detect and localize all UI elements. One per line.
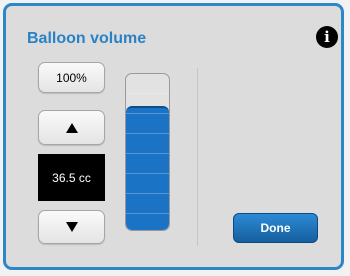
increase-volume-button[interactable] xyxy=(38,110,105,145)
triangle-up-icon xyxy=(65,122,78,133)
volume-gauge-gridlines xyxy=(126,74,169,230)
triangle-down-icon xyxy=(65,222,78,232)
volume-gauge xyxy=(125,73,170,231)
info-icon[interactable]: i xyxy=(316,26,338,48)
panel-title: Balloon volume xyxy=(27,30,147,47)
done-button[interactable]: Done xyxy=(233,213,318,243)
balloon-volume-panel: Balloon volume i 100% 36.5 cc Done xyxy=(3,3,344,270)
reset-100-percent-button[interactable]: 100% xyxy=(38,62,105,93)
decrease-volume-button[interactable] xyxy=(38,210,105,244)
panel-divider xyxy=(197,68,198,246)
volume-readout: 36.5 cc xyxy=(38,154,105,201)
